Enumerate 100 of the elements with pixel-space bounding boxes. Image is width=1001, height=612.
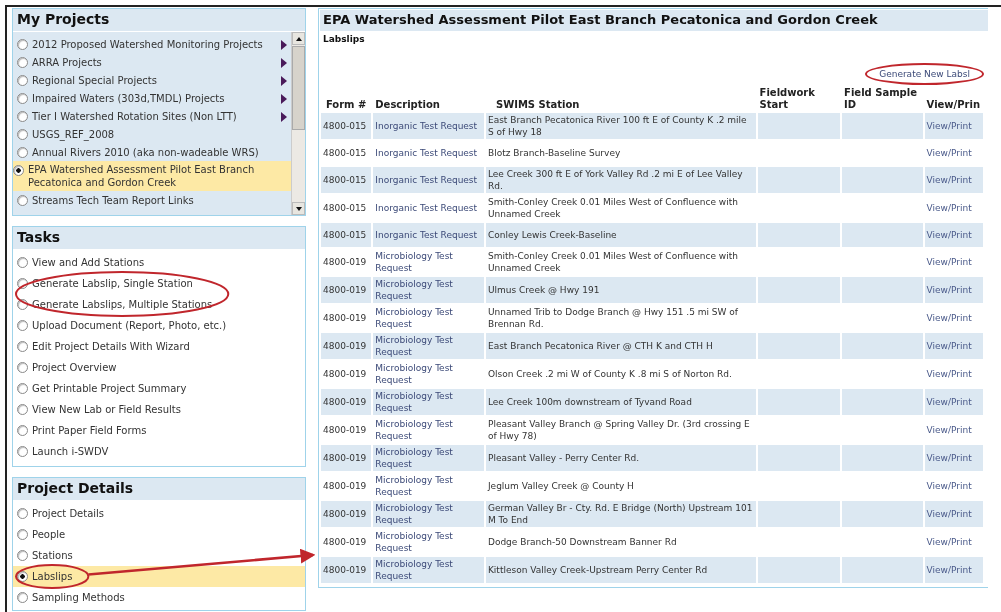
item-label[interactable]: Streams Tech Team Report Links — [32, 194, 194, 206]
column-header: View/Prin — [925, 98, 982, 111]
table-cell: 4800-019 — [321, 557, 372, 583]
description-link[interactable]: Microbiology Test Request — [373, 389, 484, 415]
view-print-link[interactable]: View/Print — [926, 203, 972, 213]
radio-button[interactable] — [17, 508, 28, 519]
item-label[interactable]: EPA Watershed Assessment Pilot East Branch Pecatonica and Gordon Creek — [28, 163, 291, 189]
table-cell: 4800-019 — [321, 277, 372, 303]
description-link[interactable]: Microbiology Test Request — [373, 445, 484, 471]
radio-button[interactable] — [17, 146, 28, 158]
radio-button[interactable] — [17, 383, 28, 394]
list-item[interactable]: People — [13, 524, 305, 545]
radio-button[interactable] — [17, 74, 28, 86]
item-label[interactable]: People — [32, 529, 66, 540]
list-item[interactable]: Upload Document (Report, Photo, etc.) — [13, 315, 305, 336]
list-item[interactable]: View and Add Stations — [13, 252, 305, 273]
view-print-link[interactable]: View/Print — [926, 425, 972, 435]
radio-button[interactable] — [17, 56, 28, 68]
scroll-thumb[interactable] — [292, 46, 305, 130]
item-label[interactable]: ARRA Projects — [32, 56, 102, 68]
scroll-down-button[interactable] — [292, 202, 305, 215]
view-print-link[interactable]: View/Print — [926, 481, 972, 491]
radio-button[interactable] — [17, 278, 28, 289]
item-label[interactable]: Sampling Methods — [32, 592, 125, 603]
list-item[interactable]: Get Printable Project Summary — [13, 378, 305, 399]
description-link[interactable]: Microbiology Test Request — [373, 501, 484, 527]
scroll-up-button[interactable] — [292, 32, 305, 45]
item-label[interactable]: 2012 Proposed Watershed Monitoring Projects — [32, 38, 263, 50]
item-label[interactable]: Project Details — [32, 508, 105, 519]
radio-button[interactable] — [17, 128, 28, 140]
panel-title: Project Details — [13, 478, 305, 501]
item-label[interactable]: Print Paper Field Forms — [32, 425, 147, 436]
radio-button[interactable] — [17, 320, 28, 331]
item-label[interactable]: Tier I Watershed Rotation Sites (Non LTT) — [32, 110, 237, 122]
scrollbar[interactable] — [291, 32, 305, 215]
description-link[interactable]: Inorganic Test Request — [373, 223, 484, 247]
list-item[interactable]: Labslips — [13, 566, 305, 587]
view-print-link[interactable]: View/Print — [926, 369, 972, 379]
panel-title: My Projects — [13, 9, 305, 32]
radio-button[interactable] — [17, 92, 28, 104]
item-label[interactable]: Stations — [32, 550, 73, 561]
radio-button[interactable] — [17, 38, 28, 50]
item-label[interactable]: Regional Special Projects — [32, 74, 157, 86]
item-label[interactable]: Annual Rivers 2010 (aka non-wadeable WRS) — [32, 146, 259, 158]
list-item[interactable]: Annual Rivers 2010 (aka non-wadeable WRS) — [13, 143, 291, 161]
radio-button[interactable] — [17, 425, 28, 436]
view-print-link[interactable]: View/Print — [926, 313, 972, 323]
description-link[interactable]: Microbiology Test Request — [373, 557, 484, 583]
description-link[interactable]: Inorganic Test Request — [373, 167, 484, 193]
item-label[interactable]: Upload Document (Report, Photo, etc.) — [32, 320, 227, 331]
description-link[interactable]: Inorganic Test Request — [373, 113, 484, 139]
item-label[interactable]: Generate Labslip, Single Station — [32, 278, 193, 289]
radio-button[interactable] — [17, 550, 28, 561]
radio-button[interactable] — [17, 529, 28, 540]
view-print-link[interactable]: View/Print — [926, 148, 972, 158]
column-header: Fieldwork Start — [758, 87, 816, 111]
radio-button[interactable] — [17, 257, 28, 268]
list-item[interactable]: Project Details — [13, 503, 305, 524]
list-item[interactable]: Generate Labslips, Multiple Stations — [13, 294, 305, 315]
item-label[interactable]: View and Add Stations — [32, 257, 145, 268]
item-label[interactable]: Project Overview — [32, 362, 117, 373]
radio-button[interactable] — [17, 592, 28, 603]
table-cell: Lee Creek 100m downstream of Tyvand Road — [485, 389, 756, 415]
list-item[interactable]: Edit Project Details With Wizard — [13, 336, 305, 357]
list-item[interactable]: USGS_REF_2008 — [13, 125, 291, 143]
list-item[interactable]: EPA Watershed Assessment Pilot East Branch Pecatonica and Gordon Creek — [13, 161, 291, 191]
item-label[interactable]: USGS_REF_2008 — [32, 128, 115, 140]
table-cell: 4800-019 — [321, 333, 372, 359]
list-item[interactable]: View New Lab or Field Results — [13, 399, 305, 420]
view-print-link[interactable]: View/Print — [926, 257, 972, 267]
item-label[interactable]: Edit Project Details With Wizard — [32, 341, 190, 352]
radio-button[interactable] — [17, 362, 28, 373]
list-item[interactable]: Streams Tech Team Report Links — [13, 191, 291, 209]
description-link[interactable]: Microbiology Test Request — [373, 333, 484, 359]
list-item[interactable]: Launch i-SWDV — [13, 441, 305, 462]
item-label[interactable]: Get Printable Project Summary — [32, 383, 187, 394]
list-item[interactable]: Generate Labslip, Single Station — [13, 273, 305, 294]
radio-button[interactable] — [13, 165, 24, 176]
item-label[interactable]: Impaired Waters (303d,TMDL) Projects — [32, 92, 225, 104]
generate-labslip-link[interactable]: Generate New Labsl — [865, 63, 984, 85]
radio-button[interactable] — [17, 341, 28, 352]
radio-button[interactable] — [17, 194, 28, 206]
list-item[interactable]: Print Paper Field Forms — [13, 420, 305, 441]
view-print-link[interactable]: View/Print — [926, 537, 972, 547]
item-label[interactable]: View New Lab or Field Results — [32, 404, 181, 415]
list-item[interactable]: Project Overview — [13, 357, 305, 378]
radio-button[interactable] — [17, 110, 28, 122]
item-label[interactable]: Labslips — [32, 571, 73, 582]
item-label[interactable]: Generate Labslips, Multiple Stations — [32, 299, 213, 310]
list-item[interactable]: Stations — [13, 545, 305, 566]
item-label[interactable]: Launch i-SWDV — [32, 446, 109, 457]
radio-button[interactable] — [17, 404, 28, 415]
description-link[interactable]: Microbiology Test Request — [373, 277, 484, 303]
radio-button[interactable] — [17, 299, 28, 310]
table-cell: German Valley Br - Cty. Rd. E Bridge (North) Upstream 101 M To End — [485, 501, 756, 527]
radio-button[interactable] — [17, 446, 28, 457]
radio-button[interactable] — [17, 571, 28, 582]
list-item[interactable]: Sampling Methods — [13, 587, 305, 608]
column-header: Description — [374, 98, 441, 111]
table-cell: Pleasant Valley - Perry Center Rd. — [485, 445, 756, 471]
